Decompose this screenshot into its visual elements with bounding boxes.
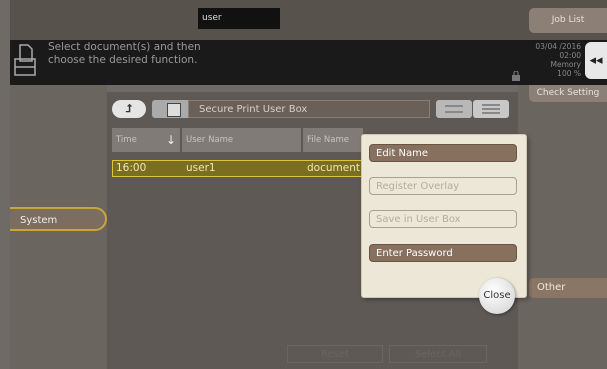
- reset-button[interactable]: Reset: [287, 345, 383, 363]
- time-header-label: Time: [116, 135, 137, 145]
- status-area: 03/04 /2016 02:00 Memory 100 %: [523, 42, 581, 78]
- list-view-button[interactable]: [473, 100, 509, 118]
- user-name-column-header[interactable]: User Name: [182, 128, 301, 152]
- memory-value: 100 %: [557, 69, 581, 78]
- time-text: 02:00: [559, 51, 581, 60]
- register-overlay-button: Register Overlay: [369, 177, 517, 195]
- row-file: document: [307, 162, 360, 174]
- document-icon: [14, 44, 36, 76]
- top-bar: [10, 0, 607, 40]
- system-button[interactable]: System: [10, 207, 107, 231]
- right-panel: [518, 85, 607, 369]
- time-column-header[interactable]: Time ↓: [112, 128, 180, 152]
- message-line-2: choose the desired function.: [48, 54, 198, 66]
- save-in-user-box-button: Save in User Box: [369, 210, 517, 228]
- box-title: Secure Print User Box: [188, 100, 430, 118]
- thumbnail-view-button[interactable]: [436, 100, 472, 118]
- select-all-button[interactable]: Select All: [389, 345, 487, 363]
- job-list-button[interactable]: Job List: [529, 8, 607, 33]
- date-text: 03/04 /2016: [535, 42, 581, 51]
- user-box-icon: [152, 100, 188, 118]
- lock-icon: [512, 71, 520, 81]
- memory-label: Memory: [550, 60, 581, 69]
- back-button[interactable]: ◂◂: [585, 42, 607, 79]
- message-line-1: Select document(s) and then: [48, 41, 201, 53]
- enter-password-button[interactable]: Enter Password: [369, 244, 517, 262]
- check-setting-button[interactable]: Check Setting: [529, 85, 607, 102]
- row-user: user1: [186, 162, 216, 174]
- file-name-column-header[interactable]: File Name: [303, 128, 363, 152]
- sort-arrow-icon: ↓: [165, 133, 176, 147]
- other-button[interactable]: Other: [529, 278, 607, 298]
- edit-name-button[interactable]: Edit Name: [369, 144, 517, 162]
- row-time: 16:00: [116, 162, 147, 174]
- user-display: user: [198, 8, 280, 29]
- up-folder-button[interactable]: ⮥: [112, 100, 146, 118]
- close-button[interactable]: Close: [479, 278, 515, 314]
- instruction-message: Select document(s) and then choose the d…: [48, 41, 201, 67]
